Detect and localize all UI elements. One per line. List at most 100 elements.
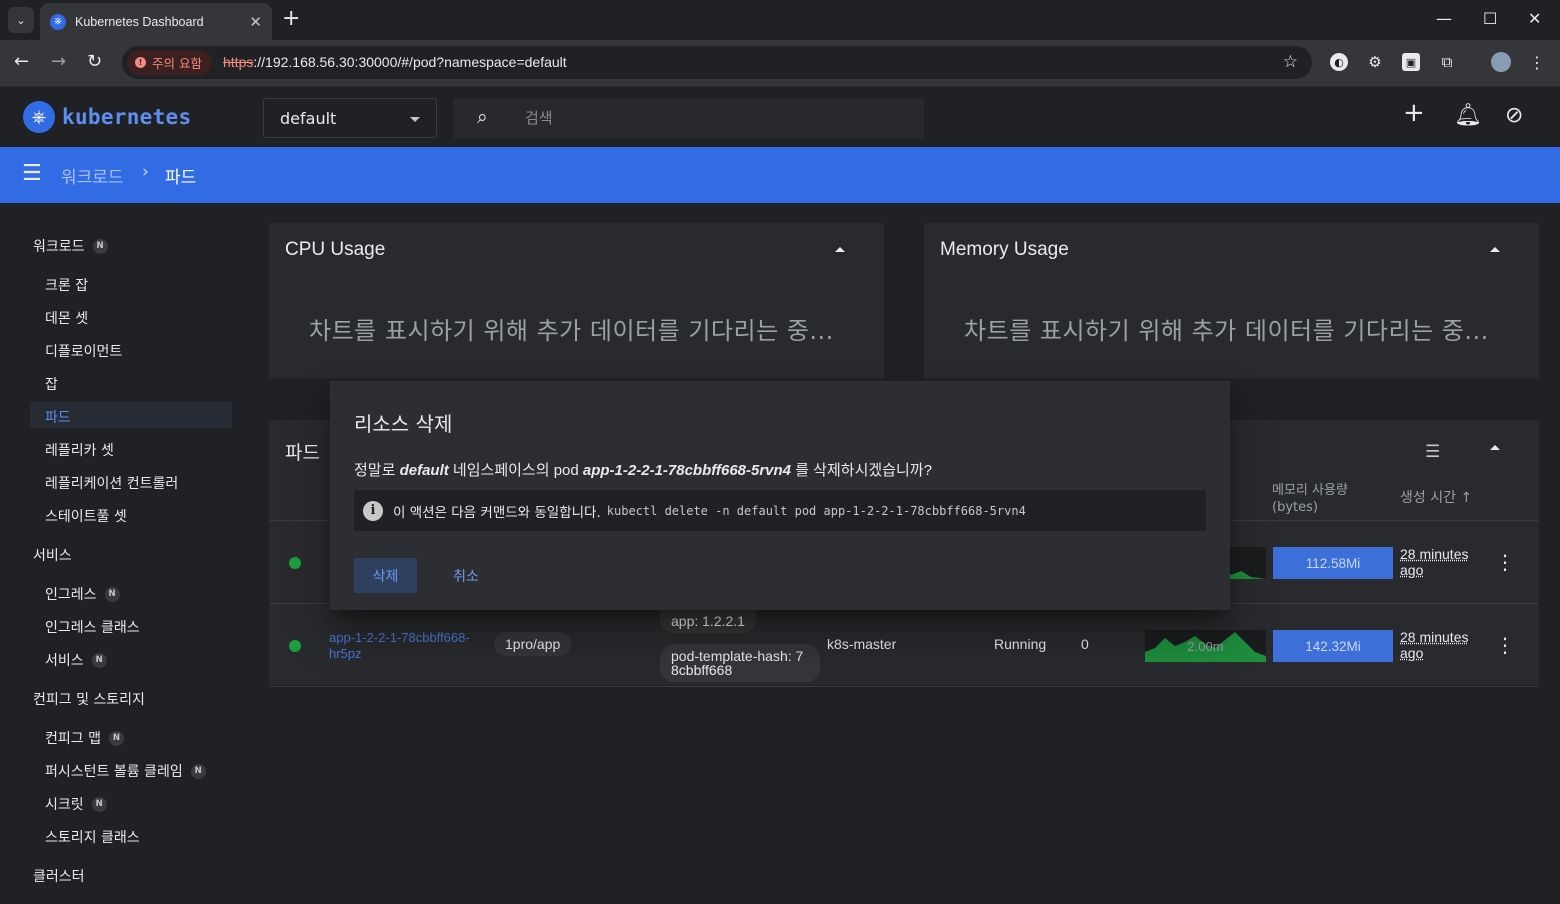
chevron-down-icon: ⌄ — [16, 13, 26, 27]
dialog-pod-name: app-1-2-2-1-78cbbff668-5rvn4 — [582, 462, 792, 479]
puzzle-icon[interactable]: ⧉ — [1438, 53, 1456, 71]
pod-status: Running — [994, 636, 1047, 652]
search-input[interactable] — [525, 98, 905, 138]
extension-icon[interactable]: ▣ — [1402, 53, 1420, 71]
tab-search-button[interactable]: ⌄ — [8, 7, 34, 33]
memory-usage-bar: 142.32Mi — [1273, 630, 1393, 662]
namespaced-badge: N — [91, 652, 107, 668]
profile-avatar[interactable] — [1491, 52, 1511, 72]
status-running-icon — [289, 557, 301, 569]
namespace-select[interactable]: default — [263, 98, 437, 138]
sidebar-item-label: 인그레스 — [45, 587, 97, 603]
security-warning-chip[interactable]: ! 주의 요함 — [127, 50, 212, 75]
sidebar-item-ingressclasses[interactable]: 인그레스 클래스 — [45, 617, 140, 637]
sidebar-item-configmaps[interactable]: 컨피그 맵 N — [45, 728, 124, 748]
sidebar-item-storageclasses[interactable]: 스토리지 클래스 — [45, 827, 140, 847]
notifications-bell-icon[interactable]: 🔔︎ — [1454, 104, 1482, 128]
pod-age[interactable]: 28 minutes ago — [1400, 546, 1468, 578]
close-tab-icon[interactable]: ✕ — [249, 13, 262, 31]
status-running-icon — [289, 640, 301, 652]
pod-age-line2: ago — [1400, 645, 1424, 661]
label-chip: pod-template-hash: 7 8cbbff668 — [660, 644, 820, 682]
dialog-msg-suffix: 를 삭제하시겠습니까? — [795, 462, 932, 479]
sidebar-category-cluster[interactable]: 클러스터 — [33, 866, 85, 886]
extension-icon[interactable]: ⚙ — [1366, 53, 1384, 71]
chevron-right-icon: › — [142, 162, 149, 182]
create-plus-icon[interactable]: + — [1403, 100, 1425, 126]
row-actions-kebab-icon[interactable]: ⋮ — [1495, 635, 1515, 655]
sidebar-item-cronjobs[interactable]: 크론 잡 — [45, 275, 88, 295]
collapse-caret-icon[interactable] — [1490, 247, 1500, 252]
sidebar-category-config-storage[interactable]: 컨피그 및 스토리지 — [33, 689, 145, 709]
reload-button[interactable]: ↻ — [87, 52, 102, 72]
sort-arrow-up-icon: ↑ — [1460, 490, 1473, 506]
sidebar-item-pvcs[interactable]: 퍼시스턴트 볼륨 클레임 N — [45, 761, 206, 781]
brand-name[interactable]: kubernetes — [62, 105, 191, 129]
search-box[interactable]: ⌕ — [453, 98, 924, 138]
pod-age[interactable]: 28 minutes ago — [1400, 629, 1468, 661]
sidebar-category-label: 워크로드 — [33, 239, 85, 255]
cancel-button[interactable]: 취소 — [440, 558, 492, 593]
node-name: k8s-master — [827, 636, 897, 652]
minimize-button[interactable]: — — [1436, 9, 1452, 28]
memory-waiting-message: 차트를 표시하기 위해 추가 데이터를 기다리는 중... — [964, 317, 1489, 345]
sidebar-item-jobs[interactable]: 잡 — [45, 374, 58, 394]
cpu-sparkline: 2.00m — [1145, 630, 1266, 662]
memory-usage-card: Memory Usage 차트를 표시하기 위해 추가 데이터를 기다리는 중.… — [924, 223, 1539, 378]
namespaced-badge: N — [92, 238, 108, 254]
account-icon[interactable]: ⊘ — [1505, 104, 1523, 128]
row-actions-kebab-icon[interactable]: ⋮ — [1495, 552, 1515, 572]
more-menu-icon[interactable]: ⋮ — [1528, 53, 1546, 72]
url-text[interactable]: https://192.168.56.30:30000/#/pod?namesp… — [223, 54, 567, 70]
col-header-created[interactable]: 생성 시간 ↑ — [1400, 490, 1472, 507]
forward-button[interactable]: → — [51, 52, 66, 72]
security-label: 주의 요함 — [152, 56, 202, 71]
back-button[interactable]: ← — [14, 52, 29, 72]
sidebar-item-secrets[interactable]: 시크릿 N — [45, 794, 107, 814]
sidebar-item-label: 컨피그 맵 — [45, 731, 101, 747]
sidebar-item-deployments[interactable]: 디플로이먼트 — [45, 341, 122, 361]
search-icon: ⌕ — [477, 106, 488, 128]
label-chip-line2: 8cbbff668 — [671, 662, 733, 678]
col-header-memory-line2: (bytes) — [1272, 500, 1318, 515]
bookmark-star-icon[interactable]: ☆ — [1283, 52, 1298, 72]
new-tab-button[interactable]: + — [282, 8, 300, 30]
col-header-memory[interactable]: 메모리 사용량 (bytes) — [1272, 482, 1348, 516]
hamburger-menu-icon[interactable]: ☰ — [22, 161, 42, 187]
app-header: ⎈ kubernetes default ⌕ + 🔔︎ ⊘ — [0, 86, 1560, 147]
pod-age-line2: ago — [1400, 562, 1424, 578]
filter-icon[interactable]: ☰ — [1425, 442, 1440, 462]
sidebar-category-workloads[interactable]: 워크로드 N — [33, 236, 108, 256]
sidebar-item-replicationcontrollers[interactable]: 레플리케이션 컨트롤러 — [45, 473, 178, 493]
breadcrumb-current: 파드 — [165, 168, 197, 188]
url-scheme: https — [223, 54, 254, 70]
browser-tab[interactable]: ⎈ Kubernetes Dashboard ✕ — [40, 3, 272, 40]
pod-age-line1: 28 minutes — [1400, 629, 1469, 645]
sidebar-item-daemonsets[interactable]: 데몬 셋 — [45, 308, 88, 328]
close-window-button[interactable]: ✕ — [1528, 9, 1541, 28]
warning-icon: ! — [135, 57, 146, 68]
kubernetes-logo-icon[interactable]: ⎈ — [23, 101, 55, 133]
delete-resource-dialog: 리소스 삭제 정말로 default 네임스페이스의 pod app-1-2-2… — [330, 381, 1230, 610]
delete-button[interactable]: 삭제 — [354, 558, 417, 593]
collapse-caret-icon[interactable] — [1490, 445, 1500, 450]
tab-title: Kubernetes Dashboard — [75, 14, 204, 29]
namespaced-badge: N — [190, 763, 206, 779]
pod-name-line1: app-1-2-2-1-78cbbff668- — [329, 630, 470, 645]
table-divider — [269, 686, 1539, 687]
cpu-waiting-message: 차트를 표시하기 위해 추가 데이터를 기다리는 중... — [309, 317, 834, 345]
sidebar-item-ingresses[interactable]: 인그레스 N — [45, 584, 120, 604]
sidebar-item-services[interactable]: 서비스 N — [45, 650, 107, 670]
sidebar-item-replicasets[interactable]: 레플리카 셋 — [45, 440, 114, 460]
sidebar-category-service[interactable]: 서비스 — [33, 545, 72, 565]
maximize-button[interactable]: ☐ — [1483, 9, 1497, 28]
collapse-caret-icon[interactable] — [835, 247, 845, 252]
sidebar-item-statefulsets[interactable]: 스테이트풀 셋 — [45, 506, 127, 526]
address-bar[interactable]: ! 주의 요함 https://192.168.56.30:30000/#/po… — [122, 46, 1312, 79]
extension-icon[interactable]: ◐ — [1330, 53, 1348, 71]
sidebar-item-label: 시크릿 — [45, 797, 84, 813]
namespaced-badge: N — [91, 796, 107, 812]
breadcrumb-workloads[interactable]: 워크로드 — [61, 163, 124, 188]
pod-name-link[interactable]: app-1-2-2-1-78cbbff668- hr5pz — [329, 630, 470, 662]
sidebar-item-pods[interactable]: 파드 — [45, 407, 71, 427]
